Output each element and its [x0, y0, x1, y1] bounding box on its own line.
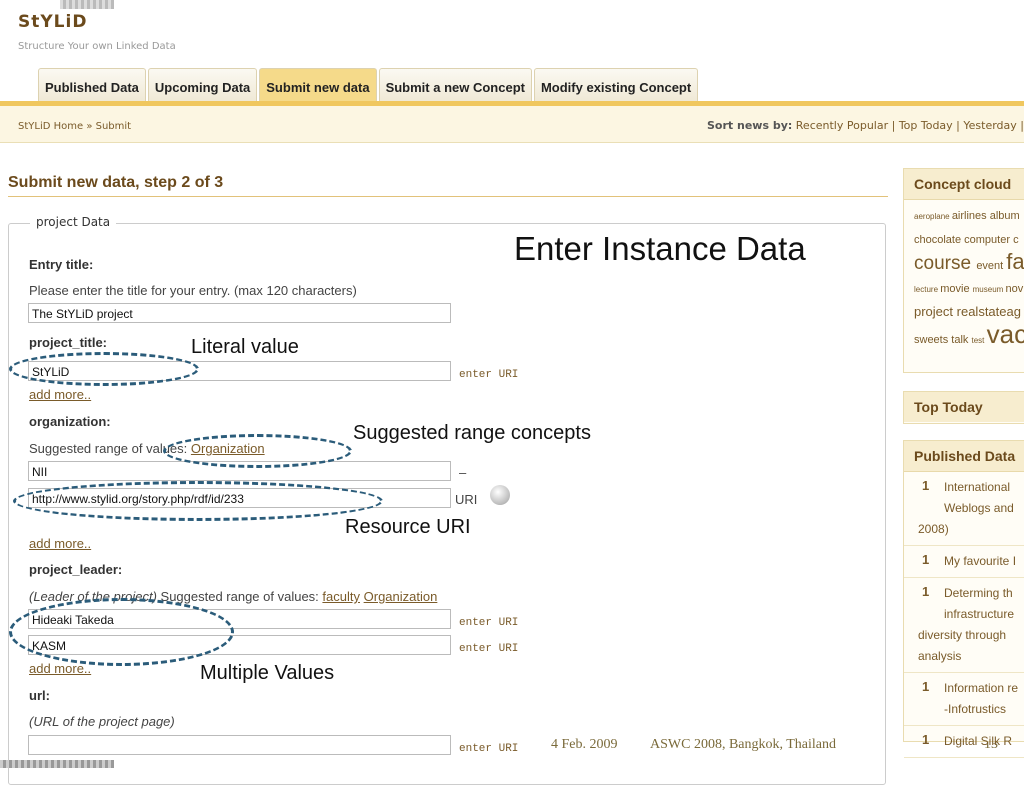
- sort-top-today[interactable]: Top Today: [899, 119, 953, 132]
- published-item[interactable]: 1 International Weblogs and 2008): [904, 472, 1024, 546]
- concept-tag[interactable]: project: [914, 304, 957, 319]
- concept-tag[interactable]: lecture: [914, 285, 940, 294]
- concept-tag[interactable]: album: [990, 210, 1020, 222]
- concept-tag[interactable]: sweets: [914, 334, 951, 346]
- item-text: analysis: [918, 649, 962, 663]
- annotation-suggested-range: Suggested range concepts: [353, 422, 591, 444]
- uri-label: URI: [455, 492, 478, 507]
- footer-date: 4 Feb. 2009: [551, 737, 618, 752]
- sort-recently-popular[interactable]: Recently Popular: [796, 119, 888, 132]
- concept-tag[interactable]: movie: [940, 283, 972, 295]
- title-divider: [8, 196, 888, 197]
- published-item[interactable]: 1 Digital Silk R: [904, 726, 1024, 758]
- organization-link[interactable]: Organization: [364, 589, 438, 604]
- published-data-list: 1 International Weblogs and 2008) 1 My favour…: [904, 472, 1024, 758]
- concept-cloud-box: Concept cloud aeroplane airlines album c…: [903, 168, 1024, 373]
- enter-uri-link[interactable]: enter URI: [459, 743, 518, 755]
- url-input[interactable]: [28, 735, 451, 755]
- url-hint: (URL of the project page): [29, 714, 175, 729]
- resource-uri-ellipse: [13, 481, 383, 521]
- concept-tag[interactable]: test: [971, 336, 986, 345]
- bottom-decoration: [0, 760, 114, 768]
- item-rank: 1: [922, 478, 930, 493]
- tab-published-data[interactable]: Published Data: [38, 68, 146, 103]
- entry-title-hint: Please enter the title for your entry. (…: [29, 283, 357, 298]
- annotation-literal-value: Literal value: [191, 336, 299, 358]
- item-rank: 1: [922, 552, 930, 567]
- footer-conference: ASWC 2008, Bangkok, Thailand: [650, 737, 837, 752]
- breadcrumb[interactable]: StYLiD Home » Submit: [18, 121, 131, 132]
- organization-label: organization:: [29, 414, 111, 429]
- concept-tag[interactable]: event: [976, 260, 1006, 272]
- top-today-box: Top Today: [903, 391, 1024, 424]
- organization-dash: –: [459, 465, 467, 480]
- add-more-link[interactable]: add more..: [29, 387, 91, 402]
- concept-cloud-title: Concept cloud: [904, 169, 1024, 200]
- item-text: diversity through: [918, 628, 1007, 642]
- literal-value-ellipse: [9, 352, 199, 386]
- concept-cloud: aeroplane airlines album chocolate compu…: [904, 200, 1024, 356]
- entry-title-input[interactable]: The StYLiD project: [28, 303, 451, 323]
- project-title-label: project_title:: [29, 335, 108, 350]
- item-rank: 1: [922, 584, 930, 599]
- item-text: -Infotrustics: [944, 702, 1007, 716]
- add-more-link[interactable]: add more..: [29, 536, 91, 551]
- app-logo[interactable]: StYLiD: [18, 12, 87, 32]
- item-text: infrastructure: [944, 607, 1015, 621]
- enter-uri-link[interactable]: enter URI: [459, 643, 518, 655]
- tab-upcoming-data[interactable]: Upcoming Data: [147, 68, 258, 103]
- sort-news: Sort news by: Recently Popular | Top Tod…: [707, 119, 1024, 132]
- slide-title: Enter Instance Data: [514, 230, 806, 267]
- project-leader-label: project_leader:: [29, 562, 123, 577]
- cloud-line: lecture movie museum nov: [914, 277, 1023, 301]
- cloud-line: course event fa: [914, 251, 1024, 277]
- tab-submit-concept[interactable]: Submit a new Concept: [378, 68, 532, 103]
- tab-submit-new-data[interactable]: Submit new data: [259, 68, 377, 103]
- enter-uri-link[interactable]: enter URI: [459, 617, 518, 629]
- sort-yesterday[interactable]: Yesterday: [963, 119, 1016, 132]
- concept-tag[interactable]: talk: [951, 334, 971, 346]
- suggested-range-ellipse: [163, 434, 352, 468]
- logo-decoration: [60, 0, 114, 9]
- concept-tag[interactable]: airlines: [952, 210, 990, 222]
- item-rank: 1: [922, 679, 930, 694]
- annotation-resource-uri: Resource URI: [345, 516, 471, 538]
- published-item[interactable]: 1 Information re -Infotrustics: [904, 673, 1024, 726]
- top-today-title: Top Today: [904, 392, 1024, 422]
- concept-tag[interactable]: museum: [973, 285, 1006, 294]
- cloud-line: aeroplane airlines album: [914, 204, 1020, 228]
- concept-tag[interactable]: nov: [1006, 283, 1024, 295]
- concept-tag[interactable]: fa: [1006, 249, 1024, 274]
- entry-title-label: Entry title:: [29, 257, 94, 272]
- main-tabs: Published Data Upcoming Data Submit new …: [38, 68, 699, 103]
- concept-tag[interactable]: computer: [964, 234, 1013, 246]
- enter-uri-link[interactable]: enter URI: [459, 369, 518, 381]
- item-text: 2008): [918, 522, 949, 536]
- published-data-box: Published Data 1 International Weblogs and…: [903, 440, 1024, 758]
- concept-tag[interactable]: vac: [987, 319, 1024, 349]
- concept-tag[interactable]: realstateag: [957, 304, 1021, 319]
- concept-tag[interactable]: c: [1013, 234, 1019, 246]
- annotation-multiple-values: Multiple Values: [200, 662, 335, 684]
- wikipedia-globe-icon[interactable]: [490, 485, 510, 505]
- multiple-values-ellipse: [9, 598, 234, 666]
- item-rank: 1: [922, 732, 930, 747]
- tab-modify-concept[interactable]: Modify existing Concept: [533, 68, 699, 103]
- published-data-title: Published Data: [904, 441, 1024, 472]
- sort-news-label: Sort news by:: [707, 119, 793, 132]
- published-item[interactable]: 1 Determing th infrastructure diversity thr…: [904, 578, 1024, 673]
- app-tagline: Structure Your own Linked Data: [18, 41, 176, 52]
- url-label: url:: [29, 688, 50, 703]
- published-item[interactable]: 1 My favourite I: [904, 546, 1024, 578]
- leader-suggested: Suggested range of values:: [156, 589, 323, 604]
- page-title: Submit new data, step 2 of 3: [8, 174, 224, 191]
- concept-tag[interactable]: chocolate: [914, 234, 964, 246]
- cloud-line: sweets talk test vac: [914, 321, 1024, 352]
- fieldset-legend: project Data: [30, 215, 117, 229]
- item-text: Weblogs and: [944, 501, 1014, 515]
- faculty-link[interactable]: faculty: [322, 589, 360, 604]
- concept-tag[interactable]: course: [914, 253, 976, 274]
- cloud-line: chocolate computer c: [914, 228, 1019, 251]
- concept-tag[interactable]: aeroplane: [914, 212, 952, 221]
